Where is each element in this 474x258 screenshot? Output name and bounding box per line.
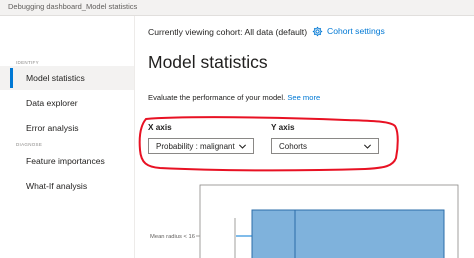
gear-icon — [312, 26, 323, 36]
box-plot-chart: Mean radius < 16 — [150, 184, 459, 258]
sidebar-section-diagnose: DIAGNOSE — [16, 142, 43, 147]
sidebar-section-identify: IDENTIFY — [16, 60, 39, 65]
y-tick-label: Mean radius < 16 — [150, 234, 195, 240]
chevron-down-icon — [238, 144, 247, 149]
sidebar-item-error-analysis[interactable]: Error analysis — [0, 116, 134, 140]
current-cohort-text: Currently viewing cohort: All data (defa… — [148, 27, 308, 37]
sidebar-item-label: Feature importances — [26, 156, 105, 166]
cohort-settings-label: Cohort settings — [327, 26, 385, 36]
see-more-link[interactable]: See more — [287, 93, 320, 102]
box-plot-box — [251, 209, 445, 258]
window-title: Debugging dashboard_Model statistics — [8, 2, 138, 11]
x-axis-dropdown[interactable]: Probability : malignant — [148, 138, 254, 154]
sidebar-item-feature-importances[interactable]: Feature importances — [0, 149, 134, 173]
sidebar-nav: IDENTIFY Model statistics Data explorer … — [0, 16, 135, 258]
sidebar-item-model-statistics[interactable]: Model statistics — [0, 66, 134, 90]
page-title: Model statistics — [148, 52, 268, 72]
description-text: Evaluate the performance of your model. — [148, 93, 286, 102]
sidebar-item-label: Model statistics — [26, 73, 85, 83]
x-axis-label: X axis — [148, 123, 172, 132]
chevron-down-icon — [363, 144, 372, 149]
sidebar-item-what-if-analysis[interactable]: What-If analysis — [0, 174, 134, 198]
y-axis-dropdown[interactable]: Cohorts — [271, 138, 379, 154]
x-axis-selected-value: Probability : malignant — [156, 142, 235, 151]
sidebar-item-label: What-If analysis — [26, 181, 88, 191]
y-axis-selected-value: Cohorts — [279, 142, 308, 151]
page-description: Evaluate the performance of your model. … — [148, 93, 320, 102]
window-titlebar: Debugging dashboard_Model statistics — [0, 0, 474, 16]
sidebar-item-data-explorer[interactable]: Data explorer — [0, 91, 134, 115]
y-axis-label: Y axis — [271, 123, 295, 132]
cohort-settings-button[interactable]: Cohort settings — [312, 23, 385, 39]
sidebar-item-label: Data explorer — [26, 98, 78, 108]
sidebar-item-label: Error analysis — [26, 123, 79, 133]
